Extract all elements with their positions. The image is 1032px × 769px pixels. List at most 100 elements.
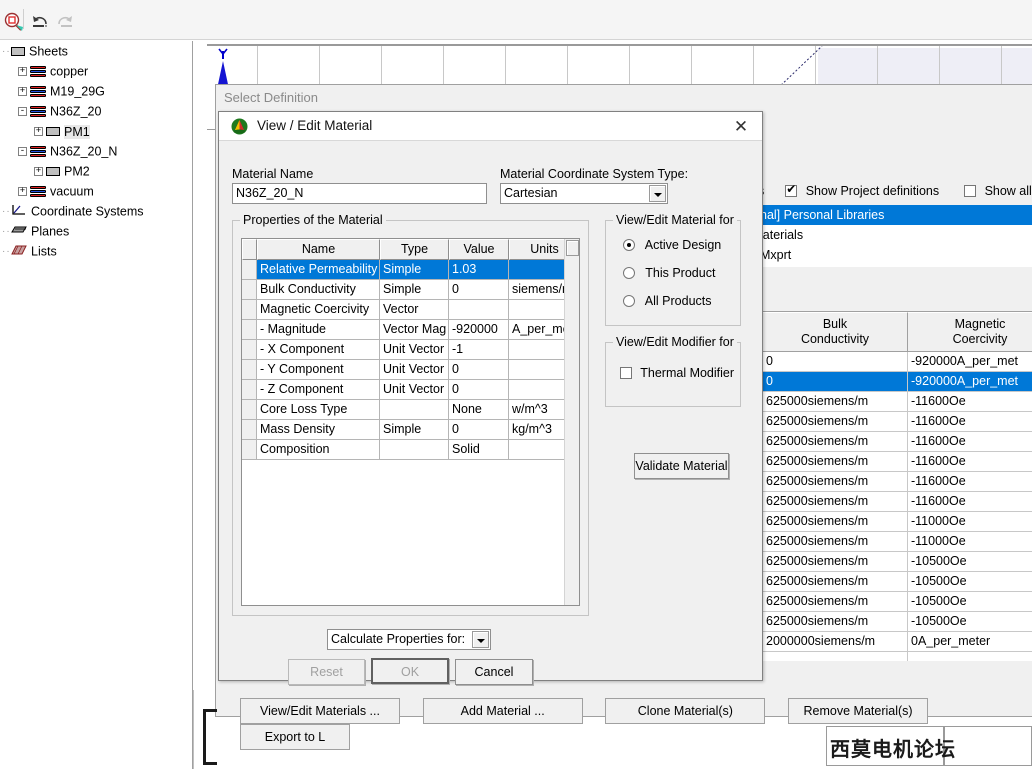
materials-grid-row[interactable]: 625000siemens/m -11000Oe	[763, 512, 1032, 532]
calculate-properties-select[interactable]: Calculate Properties for:	[327, 629, 491, 650]
property-row[interactable]: Mass Density Simple 0 kg/m^3	[242, 420, 579, 440]
radio-all-products[interactable]: All Products	[623, 294, 712, 308]
property-row[interactable]: Bulk Conductivity Simple 0 siemens/m	[242, 280, 579, 300]
column-header-value[interactable]: Value	[449, 239, 509, 260]
radio-this-product[interactable]: This Product	[623, 266, 715, 280]
materials-grid-row[interactable]: 625000siemens/m -10500Oe	[763, 552, 1032, 572]
row-gutter[interactable]	[242, 440, 257, 460]
tree-item-planes[interactable]: ·· Planes	[0, 221, 192, 241]
cell-property-type[interactable]: Simple	[380, 420, 449, 440]
row-gutter[interactable]	[242, 280, 257, 300]
radio-active-design[interactable]: Active Design	[623, 238, 721, 252]
column-header-bulk-conductivity[interactable]: Bulk Conductivity	[763, 312, 908, 352]
tree-item-coordinate-systems[interactable]: ·· Coordinate Systems	[0, 201, 192, 221]
project-tree-panel[interactable]: ·· Sheets + copper + M19_29G - N36Z_20 + PM1- N36Z…	[0, 41, 193, 769]
cell-property-value[interactable]: None	[449, 400, 509, 420]
cell-property-type[interactable]	[380, 400, 449, 420]
cell-property-value[interactable]: 0	[449, 360, 509, 380]
scrollbar-thumb[interactable]	[566, 240, 579, 256]
properties-grid[interactable]: Name Type Value Units Relative Permeabil…	[241, 238, 580, 606]
cell-property-type[interactable]	[380, 440, 449, 460]
library-list-item[interactable]: laterials	[758, 225, 1032, 245]
cell-property-value[interactable]: -920000	[449, 320, 509, 340]
clone-materials-button[interactable]: Clone Material(s)	[605, 698, 766, 724]
radio-button-icon[interactable]	[623, 267, 635, 279]
column-header-magnetic-coercivity[interactable]: Magnetic Coercivity	[908, 312, 1032, 352]
material-name-input[interactable]: N36Z_20_N	[232, 183, 487, 204]
cell-property-type[interactable]: Simple	[380, 280, 449, 300]
materials-grid-row[interactable]: 2000000siemens/m 0A_per_meter	[763, 632, 1032, 652]
cell-property-type[interactable]: Unit Vector	[380, 380, 449, 400]
row-gutter[interactable]	[242, 420, 257, 440]
materials-grid-row[interactable]	[763, 652, 1032, 661]
materials-grid[interactable]: Bulk Conductivity Magnetic Coercivity 0-…	[763, 311, 1032, 661]
cell-property-value[interactable]	[449, 300, 509, 320]
cell-property-value[interactable]: -1	[449, 340, 509, 360]
materials-grid-row[interactable]: 625000siemens/m -11600Oe	[763, 432, 1032, 452]
expand-icon[interactable]: +	[18, 87, 27, 97]
export-to-library-button[interactable]: Export to L	[240, 724, 350, 750]
tree-item-vacuum[interactable]: + vacuum	[0, 181, 192, 201]
materials-grid-row[interactable]: 0 -920000A_per_met	[763, 352, 1032, 372]
property-row[interactable]: - X Component Unit Vector -1	[242, 340, 579, 360]
cell-property-type[interactable]: Unit Vector	[380, 360, 449, 380]
property-row[interactable]: Relative Permeability Simple 1.03	[242, 260, 579, 280]
tree-item-copper[interactable]: + copper	[0, 61, 192, 81]
cell-property-value[interactable]: 0	[449, 380, 509, 400]
show-all-libraries-checkbox[interactable]	[964, 185, 977, 197]
tree-item-pm1[interactable]: + PM1	[0, 121, 192, 141]
material-coord-system-select[interactable]: Cartesian	[500, 183, 668, 204]
row-gutter[interactable]	[242, 320, 257, 340]
properties-grid-scrollbar[interactable]	[564, 239, 579, 605]
materials-grid-row[interactable]: 625000siemens/m -11600Oe	[763, 392, 1032, 412]
materials-grid-row[interactable]: 625000siemens/m -11000Oe	[763, 532, 1032, 552]
tree-item-pm2[interactable]: + PM2	[0, 161, 192, 181]
materials-grid-row[interactable]: 625000siemens/m -10500Oe	[763, 572, 1032, 592]
tree-item-m19-29g[interactable]: + M19_29G	[0, 81, 192, 101]
property-row[interactable]: Core Loss Type None w/m^3	[242, 400, 579, 420]
property-row[interactable]: Magnetic Coercivity Vector	[242, 300, 579, 320]
library-list[interactable]: nal] Personal Libraries laterials Mxprt	[758, 205, 1032, 267]
row-gutter[interactable]	[242, 260, 257, 280]
close-icon[interactable]: ✕	[730, 117, 752, 137]
validate-material-button[interactable]: Validate Material	[634, 453, 729, 479]
radio-button-icon[interactable]	[623, 239, 635, 251]
collapse-icon[interactable]: -	[18, 107, 27, 117]
library-list-item[interactable]: nal] Personal Libraries	[758, 205, 1032, 225]
cell-property-type[interactable]: Vector Mag	[380, 320, 449, 340]
expand-icon[interactable]: +	[34, 167, 43, 177]
cell-property-type[interactable]: Unit Vector	[380, 340, 449, 360]
cell-property-value[interactable]: Solid	[449, 440, 509, 460]
materials-grid-row[interactable]: 625000siemens/m -11600Oe	[763, 492, 1032, 512]
materials-grid-row[interactable]: 625000siemens/m -11600Oe	[763, 412, 1032, 432]
chevron-down-icon[interactable]	[472, 631, 489, 648]
tree-item-lists[interactable]: ·· Lists	[0, 241, 192, 261]
row-gutter[interactable]	[242, 340, 257, 360]
reset-button[interactable]: Reset	[288, 659, 365, 685]
expand-icon[interactable]: +	[34, 127, 43, 137]
property-row[interactable]: - Magnitude Vector Mag -920000 A_per_meter	[242, 320, 579, 340]
library-list-item[interactable]: Mxprt	[758, 245, 1032, 265]
property-row[interactable]: - Y Component Unit Vector 0	[242, 360, 579, 380]
tree-item-n36z-20[interactable]: - N36Z_20	[0, 101, 192, 121]
expand-icon[interactable]: +	[18, 67, 27, 77]
row-gutter[interactable]	[242, 400, 257, 420]
expand-icon[interactable]: +	[18, 187, 27, 197]
materials-grid-row[interactable]: 625000siemens/m -11600Oe	[763, 472, 1032, 492]
thermal-modifier-checkbox[interactable]	[620, 367, 632, 379]
collapse-icon[interactable]: -	[18, 147, 27, 157]
cancel-button[interactable]: Cancel	[455, 659, 533, 685]
radio-button-icon[interactable]	[623, 295, 635, 307]
materials-grid-row[interactable]: 625000siemens/m -11600Oe	[763, 452, 1032, 472]
column-header-type[interactable]: Type	[380, 239, 449, 260]
property-row[interactable]: - Z Component Unit Vector 0	[242, 380, 579, 400]
materials-grid-row[interactable]: 625000siemens/m -10500Oe	[763, 612, 1032, 632]
property-row[interactable]: Composition Solid	[242, 440, 579, 460]
cell-property-type[interactable]: Simple	[380, 260, 449, 280]
chevron-down-icon[interactable]	[649, 185, 666, 202]
cell-property-type[interactable]: Vector	[380, 300, 449, 320]
cell-property-value[interactable]: 0	[449, 280, 509, 300]
view-edit-materials-button[interactable]: View/Edit Materials ...	[240, 698, 400, 724]
show-project-definitions-checkbox[interactable]	[785, 182, 798, 197]
cell-property-value[interactable]: 0	[449, 420, 509, 440]
